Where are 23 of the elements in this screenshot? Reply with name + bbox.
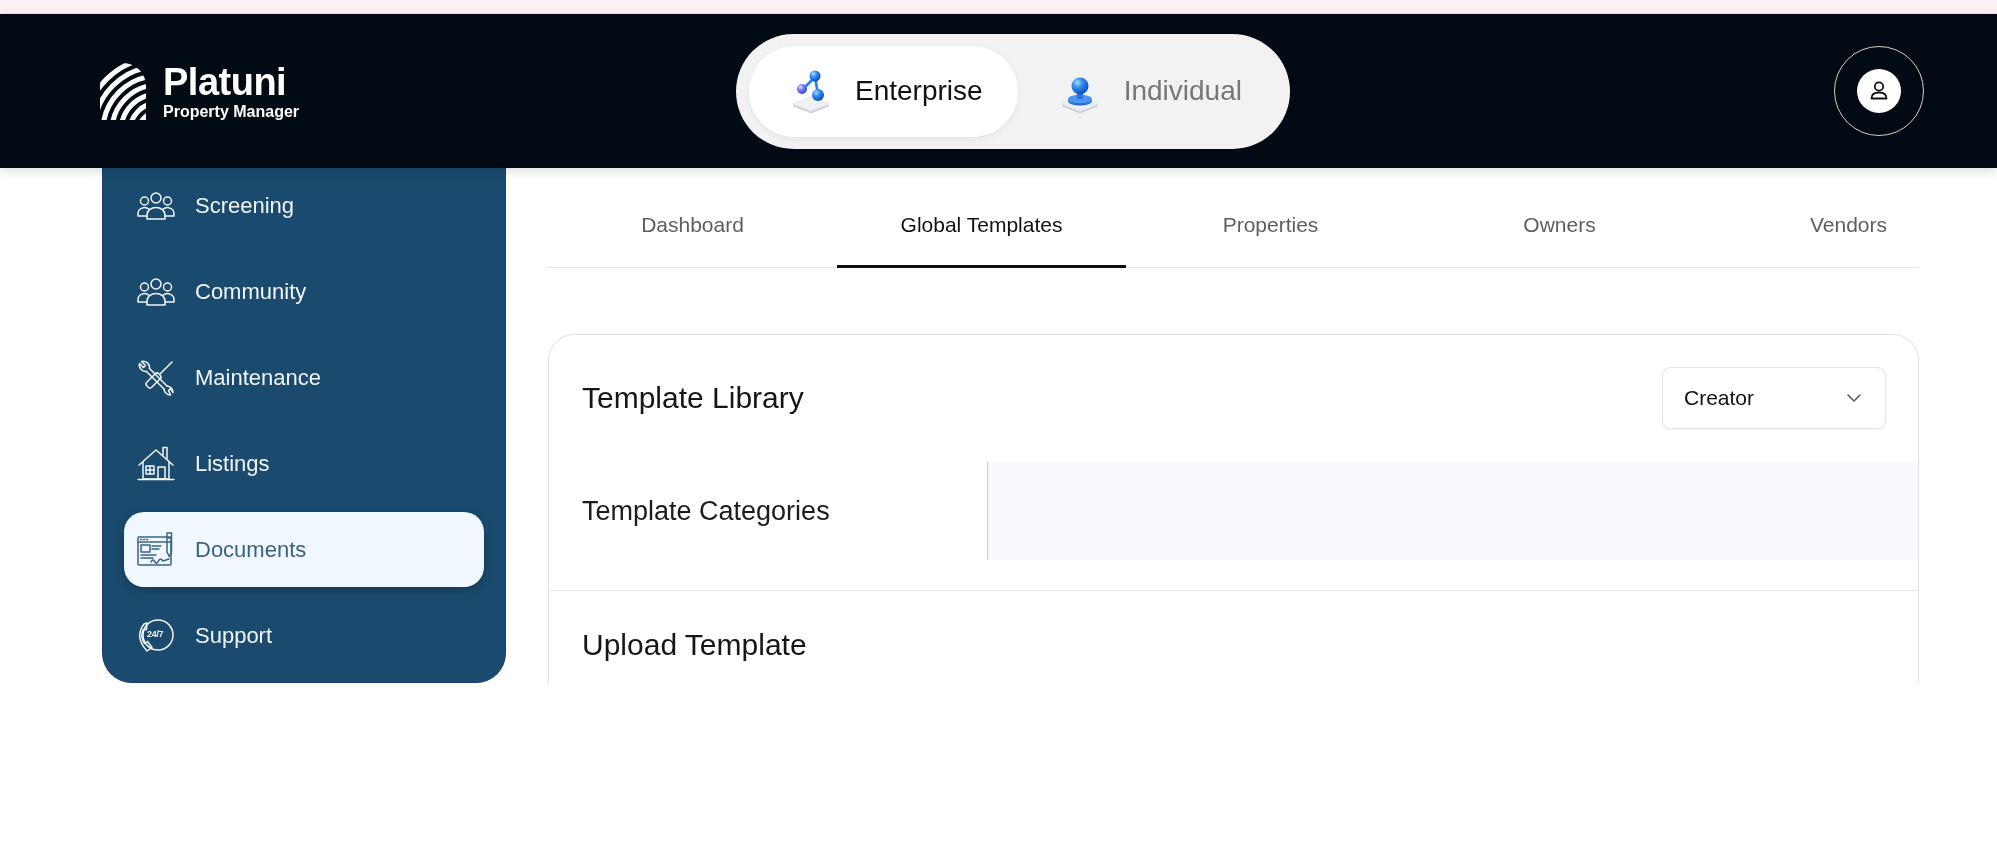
sidebar-item[interactable]: Documents — [124, 512, 484, 587]
mode-toggle-option[interactable]: Enterprise — [749, 45, 1018, 137]
tab[interactable]: Dashboard — [548, 168, 837, 268]
sidebar-item[interactable]: Screening — [124, 168, 484, 243]
tab[interactable]: Vendors — [1704, 168, 1993, 268]
logo-name: Platuni — [163, 61, 288, 102]
logo-tagline: Property Manager — [163, 101, 300, 121]
categories-label: Template Categories — [582, 495, 830, 527]
mode-toggle-option[interactable]: Individual — [1017, 45, 1277, 137]
sidebar-item[interactable]: Maintenance — [124, 340, 484, 415]
logo-icon — [100, 62, 146, 120]
tab[interactable]: Owners — [1415, 168, 1704, 268]
hours-label: 24/7 — [147, 628, 164, 639]
sidebar-item[interactable]: 24/7 Support — [124, 598, 484, 673]
user-avatar-icon — [1857, 69, 1901, 113]
chevron-down-icon — [1847, 394, 1861, 402]
tab[interactable]: Properties — [1126, 168, 1415, 268]
tab[interactable]: Global Templates — [837, 168, 1126, 268]
section-title: Upload Template — [582, 627, 808, 663]
card-title: Template Library — [582, 380, 804, 416]
sidebar-item[interactable]: Community — [124, 254, 484, 329]
creator-select[interactable]: Creator — [1662, 367, 1886, 429]
sidebar-item[interactable]: Listings — [124, 426, 484, 501]
